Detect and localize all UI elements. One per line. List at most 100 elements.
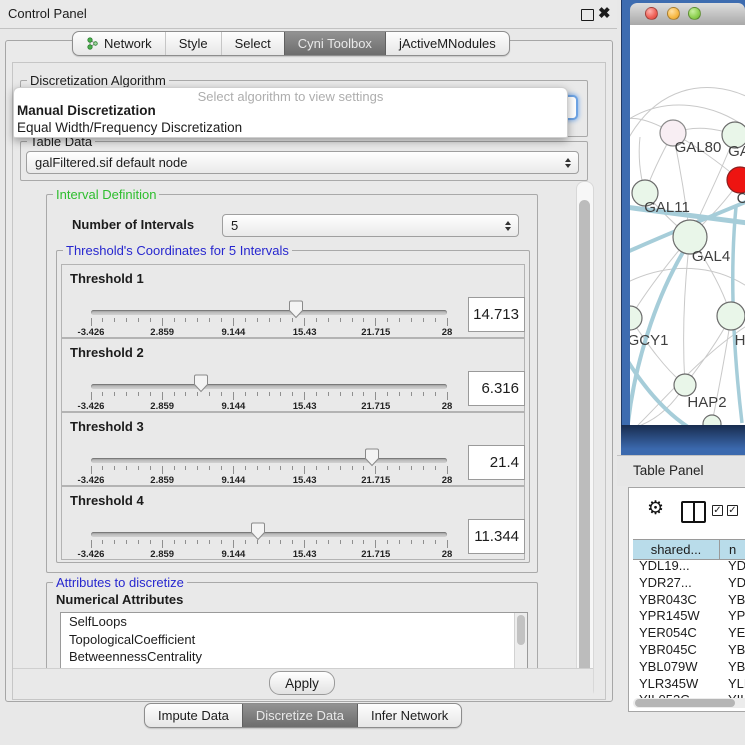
minimize-traffic-light-icon[interactable] bbox=[667, 7, 680, 20]
attribute-item[interactable]: TopologicalCoefficient bbox=[61, 631, 527, 649]
float-window-icon[interactable] bbox=[581, 9, 594, 21]
dropdown-option-manual-discretization[interactable]: Manual Discretization bbox=[17, 103, 156, 119]
tick-label: 15.43 bbox=[293, 549, 317, 560]
group-title: Discretization Algorithm bbox=[27, 73, 169, 88]
slider-track[interactable] bbox=[91, 310, 447, 315]
main-scrollbar-thumb[interactable] bbox=[579, 200, 590, 687]
tick-mark bbox=[352, 318, 353, 322]
table-row[interactable]: YDR27...YDR2 bbox=[633, 575, 745, 592]
tab-discretize-data[interactable]: Discretize Data bbox=[242, 704, 357, 727]
table-cell: YLR345W bbox=[633, 676, 720, 693]
zoom-traffic-light-icon[interactable] bbox=[688, 7, 701, 20]
checkbox-icon[interactable]: ✓ bbox=[712, 505, 723, 516]
tick-mark bbox=[126, 318, 127, 322]
table-cell: YBR0 bbox=[720, 592, 745, 609]
tick-mark bbox=[221, 392, 222, 396]
tab-infer-network[interactable]: Infer Network bbox=[357, 704, 461, 727]
tick-mark bbox=[150, 540, 151, 544]
tab-jactivemnodules[interactable]: jActiveMNodules bbox=[385, 32, 509, 55]
table-row[interactable]: YPR145WYPR1 bbox=[633, 608, 745, 625]
node-label: H bbox=[735, 332, 745, 349]
list-scrollbar-track[interactable] bbox=[514, 613, 527, 669]
table-row[interactable]: YLR345WYLR3 bbox=[633, 676, 745, 693]
tab-select[interactable]: Select bbox=[221, 32, 284, 55]
table-cell: YLR3 bbox=[720, 676, 745, 693]
threshold-4-row: Threshold 4 -3.4262.8599.14415.4321.7152… bbox=[61, 486, 525, 560]
attribute-item[interactable]: SelfLoops bbox=[61, 613, 527, 631]
slider-track[interactable] bbox=[91, 458, 447, 463]
table-row[interactable]: YBL079WYBL0 bbox=[633, 659, 745, 676]
attribute-item[interactable]: BetweennessCentrality bbox=[61, 648, 527, 666]
table-cell: YBR045C bbox=[633, 642, 720, 659]
tick-mark bbox=[387, 392, 388, 396]
table-hscrollbar-track[interactable] bbox=[633, 698, 745, 708]
table-cell: YBL079W bbox=[633, 659, 720, 676]
network-window-titlebar[interactable] bbox=[630, 3, 745, 26]
dropdown-option-equal-width-frequency[interactable]: Equal Width/Frequency Discretization bbox=[17, 120, 242, 136]
tick-mark bbox=[209, 318, 210, 322]
tick-mark bbox=[233, 318, 234, 326]
top-tab-bar: Network Style Select Cyni Toolbox jActiv… bbox=[72, 31, 510, 56]
apply-button[interactable]: Apply bbox=[269, 671, 335, 695]
tick-mark bbox=[221, 466, 222, 470]
tick-mark bbox=[423, 540, 424, 544]
slider-thumb[interactable] bbox=[288, 300, 304, 319]
tick-mark bbox=[126, 392, 127, 396]
table-cell: YDR27... bbox=[633, 575, 720, 592]
table-hscrollbar-thumb[interactable] bbox=[635, 699, 735, 707]
slider-thumb[interactable] bbox=[364, 448, 380, 467]
network-node-unlabeled[interactable] bbox=[703, 415, 721, 425]
tick-mark bbox=[138, 392, 139, 396]
tick-mark bbox=[411, 392, 412, 396]
threshold-value-field[interactable]: 6.316 bbox=[468, 371, 525, 406]
slider-tick-labels: -3.4262.8599.14415.4321.71528 bbox=[91, 549, 447, 560]
tick-mark bbox=[245, 392, 246, 396]
threshold-slider: -3.4262.8599.14415.4321.71528 bbox=[91, 413, 447, 485]
threshold-2-row: Threshold 2 -3.4262.8599.14415.4321.7152… bbox=[61, 338, 525, 412]
close-icon[interactable]: ✖ bbox=[598, 4, 611, 24]
table-data-combobox[interactable]: galFiltered.sif default node bbox=[26, 151, 579, 174]
network-node-gcy1[interactable] bbox=[630, 306, 642, 330]
tick-mark bbox=[185, 318, 186, 322]
tick-mark bbox=[185, 392, 186, 396]
network-node-hap2[interactable] bbox=[674, 374, 696, 396]
control-panel-titlebar: Control Panel ✖ bbox=[0, 0, 617, 29]
tick-mark bbox=[114, 540, 115, 544]
table-row[interactable]: YDL19...YDL1 bbox=[633, 558, 745, 575]
threshold-value-field[interactable]: 11.344 bbox=[468, 519, 525, 554]
tick-mark bbox=[114, 318, 115, 322]
threshold-value-field[interactable]: 14.713 bbox=[468, 297, 525, 332]
tab-style[interactable]: Style bbox=[165, 32, 221, 55]
tick-mark bbox=[221, 318, 222, 322]
column-header-shared[interactable]: shared... bbox=[633, 540, 720, 559]
columns-icon[interactable] bbox=[681, 501, 706, 523]
gear-icon[interactable]: ⚙ bbox=[647, 498, 664, 520]
close-traffic-light-icon[interactable] bbox=[645, 7, 658, 20]
tick-mark bbox=[150, 392, 151, 396]
number-of-intervals-combobox[interactable]: 5 bbox=[222, 214, 519, 237]
table-row[interactable]: YBR045CYBR0 bbox=[633, 642, 745, 659]
slider-track[interactable] bbox=[91, 532, 447, 537]
tick-label: 9.144 bbox=[222, 401, 246, 412]
column-header-name[interactable]: n bbox=[720, 540, 745, 559]
tab-network[interactable]: Network bbox=[73, 32, 165, 55]
tick-mark bbox=[316, 540, 317, 544]
tick-mark bbox=[328, 392, 329, 396]
slider-track[interactable] bbox=[91, 384, 447, 389]
tick-label: 21.715 bbox=[361, 401, 390, 412]
node-label: GA bbox=[728, 143, 745, 160]
network-canvas[interactable]: GAL80GACGAL11GAL4GCY1HHAP2 bbox=[630, 25, 745, 425]
table-row[interactable]: YER054CYER0 bbox=[633, 625, 745, 642]
slider-thumb[interactable] bbox=[193, 374, 209, 393]
slider-thumb[interactable] bbox=[250, 522, 266, 541]
checkbox-icon[interactable]: ✓ bbox=[727, 505, 738, 516]
threshold-value-field[interactable]: 21.4 bbox=[468, 445, 525, 480]
tab-cyni-toolbox[interactable]: Cyni Toolbox bbox=[284, 32, 385, 55]
network-node-h[interactable] bbox=[717, 302, 745, 330]
tick-mark bbox=[269, 392, 270, 396]
table-row[interactable]: YBR043CYBR0 bbox=[633, 592, 745, 609]
list-scrollbar-thumb[interactable] bbox=[517, 615, 525, 645]
tab-impute-data[interactable]: Impute Data bbox=[145, 704, 242, 727]
table-cell: YBL0 bbox=[720, 659, 745, 676]
tick-mark bbox=[375, 392, 376, 400]
